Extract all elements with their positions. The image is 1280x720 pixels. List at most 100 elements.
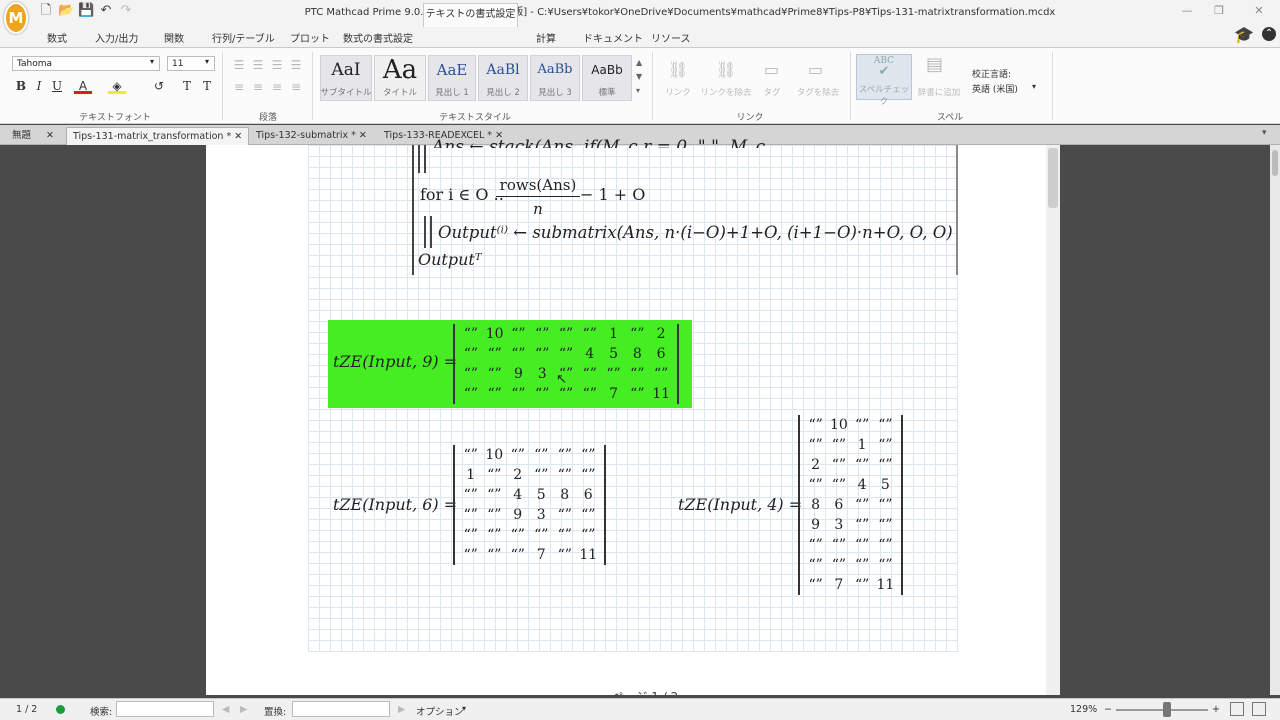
matrix-cell[interactable]: 1 [851, 435, 874, 455]
matrix-cell[interactable]: “” [553, 545, 577, 565]
matrix-cell[interactable]: “” [827, 475, 850, 495]
matrix-cell[interactable]: “” [506, 445, 530, 465]
matrix-cell[interactable]: “” [483, 364, 507, 384]
remove-tag-icon[interactable]: ▭ [808, 60, 823, 79]
tab-matrix-table[interactable]: 行列/テーブル [212, 30, 275, 45]
maximize-button[interactable]: ❐ [1204, 2, 1234, 20]
indent-icon[interactable]: ☰ [268, 57, 286, 73]
matrix-cell[interactable]: “” [578, 364, 602, 384]
matrix-cell[interactable]: “” [459, 445, 483, 465]
matrix-cell[interactable]: “” [577, 445, 601, 465]
matrix-cell[interactable]: 5 [874, 475, 897, 495]
matrix-cell[interactable]: “” [874, 455, 897, 475]
replace-arrow-icon[interactable]: ▶ [398, 704, 405, 715]
outdent-icon[interactable]: ☰ [287, 57, 305, 73]
matrix-cell[interactable]: “” [577, 465, 601, 485]
search-prev-icon[interactable]: ◀ [222, 704, 229, 715]
matrix-cell[interactable]: “” [874, 515, 897, 535]
matrix-cell[interactable]: 3 [530, 505, 554, 525]
matrix-cell[interactable]: 11 [874, 575, 897, 595]
matrix-cell[interactable]: 2 [506, 465, 530, 485]
align-left-icon[interactable]: ≡ [230, 79, 248, 95]
right-scrollbar-thumb[interactable] [1272, 150, 1278, 176]
matrix-cell[interactable]: 10 [483, 445, 507, 465]
matrix-cell[interactable]: “” [827, 455, 850, 475]
matrix-cell[interactable]: “” [874, 495, 897, 515]
matrix-cell[interactable]: “” [530, 445, 554, 465]
matrix-cell[interactable]: “” [625, 324, 649, 344]
tab-math-format[interactable]: 数式の書式設定 [343, 30, 413, 45]
matrix-cell[interactable]: 1 [459, 465, 483, 485]
options-button[interactable]: オプション [416, 704, 464, 718]
numbered-list-icon[interactable]: ☰ [249, 57, 267, 73]
matrix-cell[interactable]: 6 [649, 344, 673, 364]
program-line-ans[interactable]: Ans ← stack(Ans, if(M_c,r = 0, " ", M_c,… [432, 134, 772, 148]
collapse-ribbon-icon[interactable]: ⌃ [1262, 27, 1276, 41]
matrix-cell[interactable]: “” [851, 415, 874, 435]
add-to-dictionary-button[interactable]: 辞書に追加 [914, 86, 964, 98]
matrix-cell[interactable]: 4 [506, 485, 530, 505]
tab-calculation[interactable]: 計算 [536, 30, 556, 45]
align-right-icon[interactable]: ≡ [268, 79, 286, 95]
replace-input[interactable] [292, 701, 390, 717]
matrix-cell[interactable]: “” [804, 575, 827, 595]
zoom-slider[interactable] [1116, 709, 1208, 711]
subscript-icon[interactable]: T [198, 78, 216, 94]
doc-tab-tips-132[interactable]: Tips-132-submatrix * ✕ [250, 127, 373, 145]
highlight-color-icon[interactable]: ◈ [108, 78, 126, 94]
matrix-cell[interactable]: 5 [602, 344, 626, 364]
matrix-cell[interactable]: “” [507, 324, 531, 344]
proofing-language-select[interactable]: 英語 (米国) [972, 82, 1018, 95]
remove-link-button[interactable]: リンクを除去 [700, 86, 752, 98]
matrix-cell[interactable]: “” [851, 495, 874, 515]
matrix-cell[interactable]: 8 [804, 495, 827, 515]
draft-view-icon[interactable] [1252, 702, 1266, 716]
matrix-cell[interactable]: 7 [530, 545, 554, 565]
matrix-cell[interactable]: “” [554, 324, 578, 344]
mathcad-logo-icon[interactable]: M [4, 2, 28, 34]
matrix-cell[interactable]: “” [483, 384, 507, 404]
tab-plot[interactable]: プロット [290, 30, 330, 45]
matrix-cell[interactable]: 11 [649, 384, 673, 404]
matrix-cell[interactable]: “” [625, 364, 649, 384]
eq1-result-matrix[interactable]: “” 10 “” “” “” “” 1 “” 2 “” “” “” “” “” 4 5 8 6 “” “” 9 3 “” “”… [453, 324, 679, 404]
matrix-cell[interactable]: 6 [827, 495, 850, 515]
matrix-cell[interactable]: “” [506, 545, 530, 565]
close-icon[interactable]: ✕ [359, 130, 367, 141]
matrix-cell[interactable]: “” [874, 535, 897, 555]
matrix-cell[interactable]: 10 [827, 415, 850, 435]
matrix-cell[interactable]: “” [459, 344, 483, 364]
matrix-cell[interactable]: “” [804, 475, 827, 495]
styles-scroll-up-icon[interactable]: ▲ [636, 58, 642, 67]
matrix-cell[interactable]: “” [483, 525, 507, 545]
matrix-cell[interactable]: “” [483, 344, 507, 364]
align-center-icon[interactable]: ≡ [249, 79, 267, 95]
matrix-cell[interactable]: “” [530, 384, 554, 404]
matrix-cell[interactable]: 3 [530, 364, 554, 384]
tab-text-format[interactable]: テキストの書式設定 [423, 3, 518, 27]
matrix-cell[interactable]: “” [530, 324, 554, 344]
matrix-cell[interactable]: “” [483, 485, 507, 505]
right-panel-scrollbar[interactable] [1270, 145, 1280, 695]
new-icon[interactable]: 🗋 [38, 3, 54, 19]
matrix-cell[interactable]: “” [577, 505, 601, 525]
matrix-cell[interactable]: “” [851, 535, 874, 555]
add-to-dictionary-icon[interactable]: ▤ [926, 54, 943, 75]
zoom-out-icon[interactable]: − [1104, 704, 1112, 715]
styles-scroll-down-icon[interactable]: ▼ [636, 72, 642, 81]
font-family-select[interactable]: Tahoma [12, 56, 160, 71]
matrix-cell[interactable]: “” [459, 384, 483, 404]
underline-icon[interactable]: U [48, 78, 66, 94]
save-icon[interactable]: 💾 [78, 3, 94, 19]
matrix-cell[interactable]: “” [553, 525, 577, 545]
matrix-cell[interactable]: 5 [530, 485, 554, 505]
italic-icon[interactable]: I [30, 78, 48, 94]
matrix-cell[interactable]: “” [851, 575, 874, 595]
matrix-cell[interactable]: 7 [827, 575, 850, 595]
matrix-cell[interactable]: “” [506, 525, 530, 545]
doc-tab-untitled[interactable]: 無題 ✕ [6, 127, 60, 145]
font-color-icon[interactable]: A [74, 78, 92, 94]
matrix-cell[interactable]: “” [851, 555, 874, 575]
matrix-cell[interactable]: “” [459, 505, 483, 525]
open-icon[interactable]: 📂 [58, 3, 74, 19]
